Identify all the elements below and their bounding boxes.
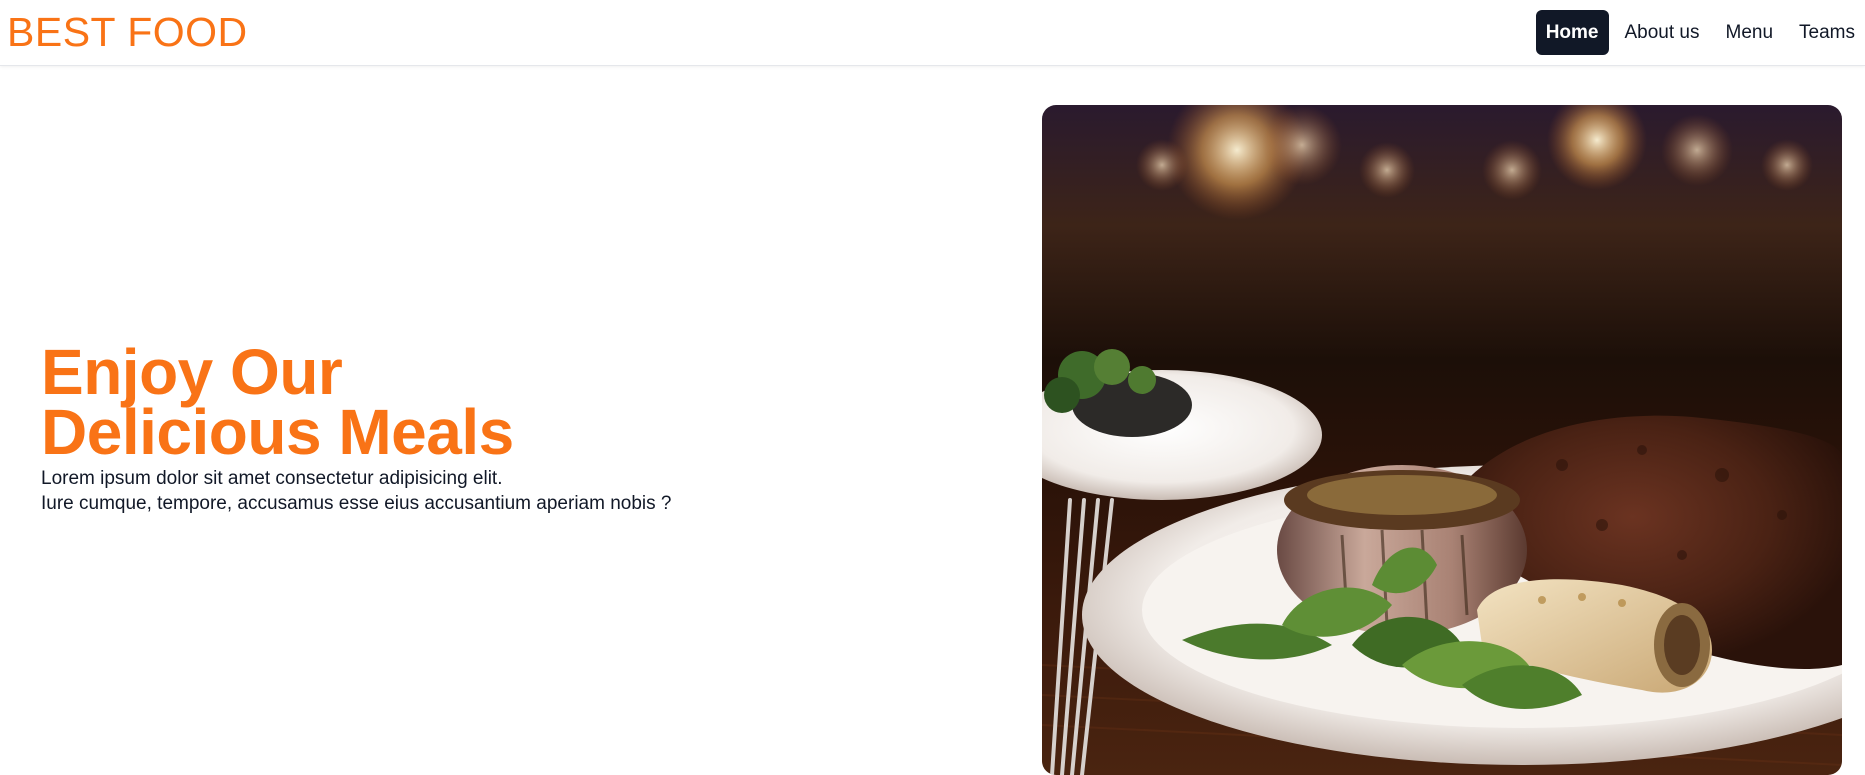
nav-link-menu[interactable]: Menu — [1716, 10, 1784, 55]
brand-logo[interactable]: BEST FOOD — [7, 12, 248, 53]
hero-food-image — [1042, 105, 1842, 775]
nav-item-menu: Menu — [1716, 10, 1784, 55]
nav-item-home: Home — [1535, 10, 1609, 55]
nav-link-home[interactable]: Home — [1535, 10, 1609, 55]
nav-link-about[interactable]: About us — [1615, 10, 1710, 55]
nav-item-teams: Teams — [1789, 10, 1865, 55]
nav-links: Home About us Menu Teams — [1535, 10, 1865, 55]
steak-dinner-photo — [1042, 105, 1842, 775]
navbar: BEST FOOD Home About us Menu Teams — [0, 0, 1865, 66]
hero-title: Enjoy Our Delicious Meals — [41, 340, 941, 464]
hero-desc-line-2: Iure cumque, tempore, accusamus esse eiu… — [41, 493, 672, 514]
hero-desc-line-1: Lorem ipsum dolor sit amet consectetur a… — [41, 468, 503, 489]
nav-link-teams[interactable]: Teams — [1789, 10, 1865, 55]
hero-description: Lorem ipsum dolor sit amet consectetur a… — [41, 466, 941, 516]
hero-title-line-2: Delicious Meals — [41, 396, 514, 468]
nav-item-about: About us — [1615, 10, 1710, 55]
hero-section: Enjoy Our Delicious Meals Lorem ipsum do… — [41, 340, 941, 516]
